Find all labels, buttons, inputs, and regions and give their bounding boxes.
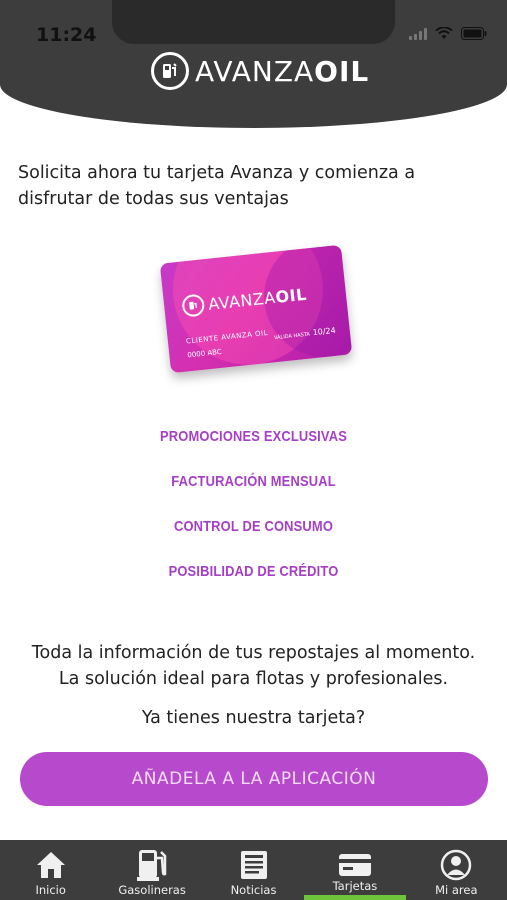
- card-fuel-icon: [181, 293, 206, 318]
- battery-icon: [461, 27, 487, 40]
- add-card-button[interactable]: AÑADELA A LA APLICACIÓN: [20, 752, 488, 806]
- tab-label: Inicio: [35, 883, 66, 897]
- feature-item: CONTROL DE CONSUMO: [173, 518, 334, 535]
- tab-bar: Inicio Gasolineras Noticias Tarjetas Mi …: [0, 840, 507, 900]
- info-line: La solución ideal para flotas y profesio…: [58, 669, 449, 689]
- signal-icon: [409, 27, 427, 40]
- status-icons: [409, 27, 487, 40]
- info-text: Toda la información de tus repostajes al…: [0, 640, 507, 692]
- news-icon: [239, 848, 269, 882]
- question-text: Ya tienes nuestra tarjeta?: [141, 708, 366, 728]
- status-time: 11:24: [36, 24, 97, 46]
- feature-item: FACTURACIÓN MENSUAL: [171, 473, 336, 490]
- status-bar: 11:24: [0, 0, 507, 50]
- intro-text: Solicita ahora tu tarjeta Avanza y comie…: [18, 163, 416, 209]
- wifi-icon: [435, 27, 453, 40]
- app-header: 11:24 AVANZAOIL: [0, 0, 507, 128]
- device-notch: [112, 0, 395, 44]
- feature-item: POSIBILIDAD DE CRÉDITO: [168, 563, 339, 580]
- tab-label: Noticias: [230, 883, 277, 897]
- user-icon: [440, 848, 472, 882]
- tab-mi-area[interactable]: Mi area: [406, 840, 507, 900]
- fuel-pump-icon: [136, 848, 168, 882]
- tab-label: Tarjetas: [332, 879, 378, 893]
- features-list: PROMOCIONES EXCLUSIVAS FACTURACIÓN MENSU…: [0, 428, 507, 608]
- avanza-card-image: AVANZAOIL CLIENTE AVANZA OIL 0000 ABC VÁ…: [159, 244, 353, 374]
- card-icon: [338, 848, 372, 882]
- home-icon: [35, 848, 67, 882]
- info-line: Toda la información de tus repostajes al…: [31, 643, 476, 663]
- tab-tarjetas[interactable]: Tarjetas: [304, 840, 406, 900]
- tab-gasolineras[interactable]: Gasolineras: [101, 840, 202, 900]
- fuel-logo-icon: [151, 52, 189, 90]
- logo-wordmark: AVANZAOIL: [195, 54, 370, 88]
- tab-noticias[interactable]: Noticias: [203, 840, 304, 900]
- tab-label: Mi area: [435, 883, 478, 897]
- tab-label: Gasolineras: [118, 883, 186, 897]
- active-tab-indicator: [304, 895, 406, 900]
- tab-inicio[interactable]: Inicio: [0, 840, 101, 900]
- avanza-oil-logo: AVANZAOIL: [151, 52, 369, 90]
- feature-item: PROMOCIONES EXCLUSIVAS: [159, 428, 348, 445]
